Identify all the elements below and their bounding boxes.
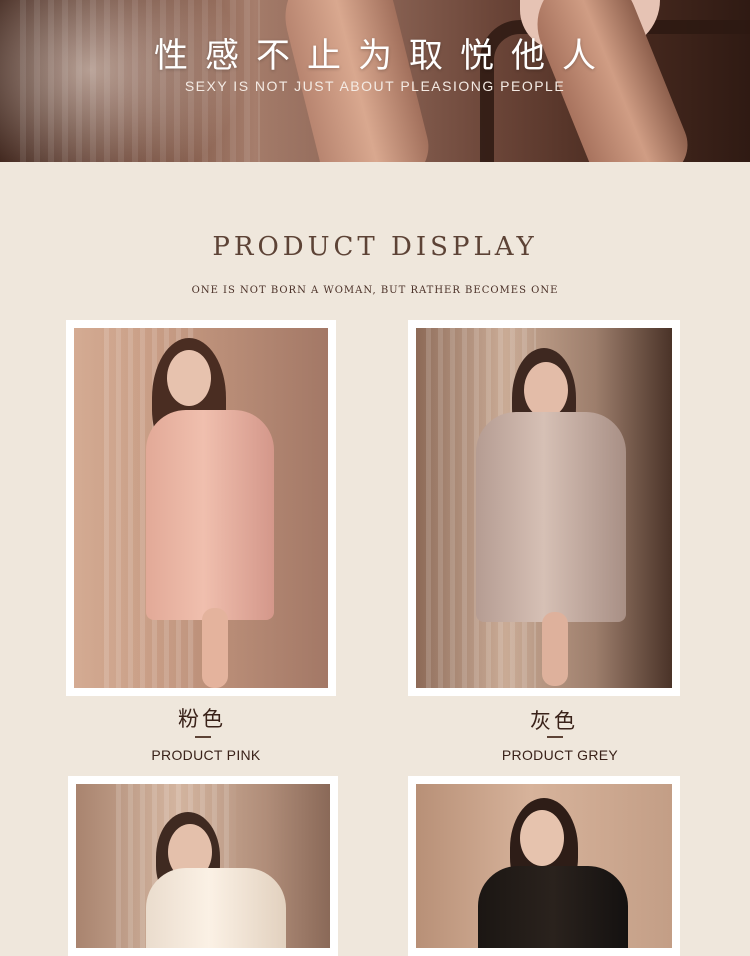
product-card-pink[interactable] [66,320,336,696]
product-name-en-grey: PRODUCT GREY [501,747,619,763]
section-subtitle: one is not born a woman, but rather beco… [191,285,559,296]
model-leg [542,612,568,686]
label-divider [195,736,211,738]
product-photo-grey[interactable] [416,328,672,688]
product-card-cream[interactable] [68,776,338,956]
label-divider [547,736,563,738]
product-photo-pink[interactable] [74,328,328,688]
garment-grey [476,412,626,622]
product-card-grey[interactable] [408,320,680,696]
product-photo-cream[interactable] [76,784,330,948]
hero-subtitle: SEXY IS NOT JUST ABOUT PLEASIONG PEOPLE [184,78,566,94]
hero-banner: 性感不止为取悦他人 SEXY IS NOT JUST ABOUT PLEASIO… [0,0,750,162]
hero-title: 性感不止为取悦他人 [154,36,613,76]
product-name-en-pink: PRODUCT PINK [151,747,261,763]
model-face [167,350,211,406]
model-leg [202,608,228,688]
product-photo-black[interactable] [416,784,672,948]
product-name-cn-grey: 灰色 [530,709,578,733]
section-title: PRODUCT DISPLAY [212,232,538,262]
model-face [520,810,564,866]
product-card-black[interactable] [408,776,680,956]
product-name-cn-pink: 粉色 [178,707,226,731]
garment-black [478,866,628,948]
model-face [524,362,568,418]
garment-cream [146,868,286,948]
garment-pink [146,410,274,620]
